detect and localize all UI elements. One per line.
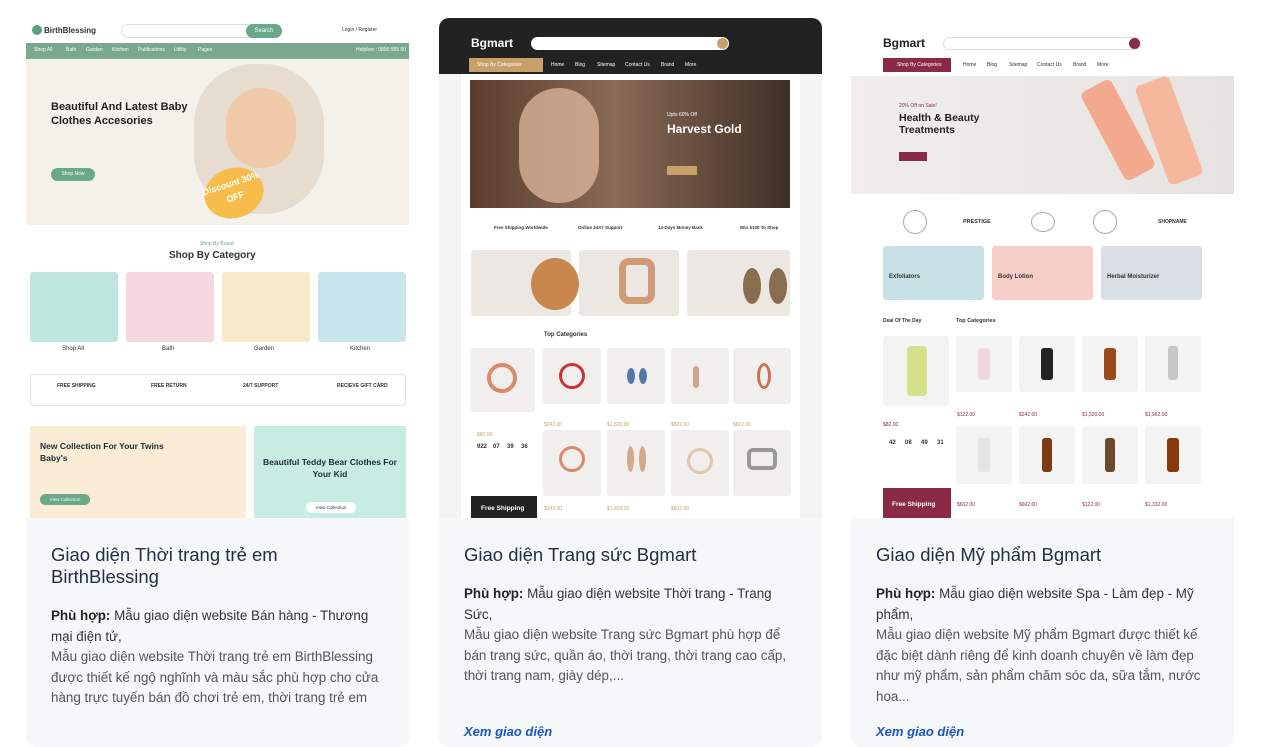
- fit-label: Phù hợp:: [876, 586, 936, 601]
- search-icon: [1129, 38, 1140, 49]
- preview-screenshot[interactable]: Bgmart Shop By Categories Home Blog Site…: [851, 18, 1234, 518]
- preview-search-btn: Search: [246, 24, 282, 38]
- preview-banner-1: New Collection For Your Twins Baby's Vie…: [30, 426, 246, 518]
- preview-hero-title: Harvest Gold: [667, 122, 742, 136]
- description-text: Mẫu giao diện website Trang sức Bgmart p…: [464, 627, 787, 683]
- preview-search: [943, 37, 1141, 50]
- template-card-bgmart-cosmetics: Bgmart Shop By Categories Home Blog Site…: [851, 18, 1234, 747]
- preview-banner-2: Beautiful Teddy Bear Clothes For Your Ki…: [254, 426, 406, 518]
- ring-image: [619, 258, 655, 304]
- preview-screenshot[interactable]: BirthBlessing Search Login / Register Sh…: [26, 18, 409, 518]
- description-text: Mẫu giao diện website Mỹ phẩm Bgmart đượ…: [876, 627, 1201, 704]
- fit-label: Phù hợp:: [51, 608, 111, 623]
- countdown: 922 07 39 36: [477, 444, 528, 450]
- card-title: Giao diện Thời trang trẻ em BirthBlessin…: [51, 544, 278, 587]
- preview-logo: BirthBlessing: [44, 26, 97, 35]
- description-text: Mẫu giao diện website Thời trang trẻ em …: [51, 649, 379, 705]
- preview-logo: Bgmart: [471, 36, 514, 50]
- hero-model-image: [519, 88, 599, 203]
- preview-features: FREE SHIPPING FREE RETURN 24/7 SUPPORT R…: [30, 374, 406, 406]
- preview-hero-title: Health & Beauty Treatments: [899, 112, 980, 136]
- preview-hero: [470, 80, 790, 208]
- pendant-image: [531, 258, 579, 310]
- preview-section-title: Shop By Category: [169, 250, 256, 261]
- preview-screenshot[interactable]: Bgmart Shop By Categories Home Blog Site…: [439, 18, 822, 518]
- preview-search: [531, 37, 729, 50]
- preview-login: Login / Register: [342, 27, 378, 33]
- template-card-birthblessing: BirthBlessing Search Login / Register Sh…: [26, 18, 409, 747]
- card-description: Phù hợp: Mẫu giao diện website Bán hàng …: [51, 606, 384, 709]
- preview-hero-btn: Shop Now: [51, 168, 95, 181]
- view-template-link[interactable]: Xem giao diện: [876, 724, 964, 739]
- template-card-bgmart-jewelry: Bgmart Shop By Categories Home Blog Site…: [439, 18, 822, 747]
- countdown: 42 08 49 31: [889, 440, 944, 446]
- preview-logo: Bgmart: [883, 36, 926, 50]
- preview-section-title: Top Categories: [956, 318, 996, 324]
- view-template-link[interactable]: Xem giao diện: [464, 724, 552, 739]
- preview-nav: Shop All Bath Garden Kitchen Publication…: [26, 43, 409, 59]
- logo-icon: [32, 25, 42, 35]
- preview-section-title: Top Categories: [544, 332, 588, 338]
- card-description: Phù hợp: Mẫu giao diện website Spa - Làm…: [876, 584, 1209, 707]
- card-description: Phù hợp: Mẫu giao diện website Thời tran…: [464, 584, 797, 687]
- fit-label: Phù hợp:: [464, 586, 524, 601]
- card-title: Giao diện Trang sức Bgmart: [464, 544, 697, 565]
- earring-image: [743, 268, 761, 304]
- card-title: Giao diện Mỹ phẩm Bgmart: [876, 544, 1102, 565]
- search-icon: [717, 38, 728, 49]
- preview-hero-title: Beautiful And Latest Baby Clothes Acceso…: [51, 101, 188, 127]
